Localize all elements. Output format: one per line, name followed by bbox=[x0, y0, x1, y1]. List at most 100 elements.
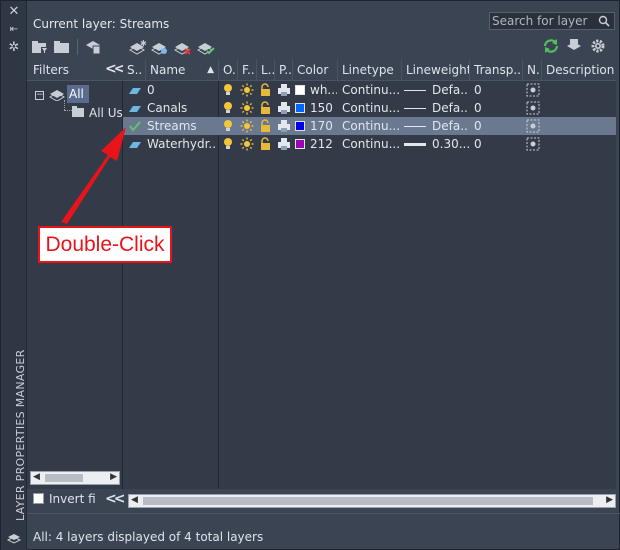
search-placeholder: Search for layer bbox=[492, 14, 588, 28]
filters-heading: Filters bbox=[33, 63, 69, 77]
layer-row[interactable]: Streams 170 Continu... Defa... 0 bbox=[123, 117, 616, 135]
scroll-right-icon[interactable]: ▶ bbox=[606, 495, 613, 505]
column-name[interactable]: Name ▲ bbox=[146, 59, 219, 81]
layer-name[interactable]: Streams bbox=[147, 117, 217, 135]
color-swatch bbox=[295, 85, 305, 95]
checkbox-box[interactable] bbox=[33, 493, 44, 504]
column-status[interactable]: S.. bbox=[123, 59, 146, 81]
filter-all-used-node[interactable]: All Us bbox=[89, 106, 123, 120]
scroll-left-icon[interactable]: ◀ bbox=[33, 472, 40, 482]
column-name-label: Name bbox=[150, 63, 186, 77]
collapse-filters-icon[interactable]: << bbox=[105, 61, 126, 77]
column-linetype[interactable]: Linetype bbox=[338, 59, 402, 81]
color-swatch bbox=[295, 121, 305, 131]
layer-stack-icon bbox=[6, 534, 22, 544]
grid-horizontal-scrollbar[interactable]: ◀ ▶ bbox=[128, 494, 616, 508]
color-value: 212 bbox=[310, 137, 333, 151]
layer-transparency[interactable]: 0 bbox=[474, 117, 514, 135]
new-property-filter-icon[interactable] bbox=[31, 39, 49, 55]
column-on[interactable]: O.. bbox=[219, 59, 238, 81]
layer-linetype[interactable]: Continu... bbox=[342, 81, 400, 99]
layer-name[interactable]: 0 bbox=[147, 81, 217, 99]
filter-all-icon bbox=[49, 90, 65, 101]
color-value: 150 bbox=[310, 101, 333, 115]
layer-name[interactable]: Canals bbox=[147, 99, 217, 117]
layer-linetype[interactable]: Continu... bbox=[342, 135, 400, 153]
column-description[interactable]: Description bbox=[542, 59, 616, 81]
title-strip: ✕ ⇤ ✲ LAYER PROPERTIES MANAGER bbox=[1, 1, 27, 550]
search-icon[interactable] bbox=[598, 15, 610, 27]
refresh-icon[interactable] bbox=[542, 38, 560, 54]
sort-ascending-icon: ▲ bbox=[207, 65, 214, 75]
search-input[interactable]: Search for layer bbox=[489, 12, 615, 30]
layer-row[interactable]: 0 wh... Continu... Defa... 0 bbox=[123, 81, 616, 99]
set-current-icon[interactable] bbox=[197, 39, 215, 55]
lineweight-value: Defa... bbox=[432, 119, 469, 133]
delete-layer-icon[interactable] bbox=[174, 39, 192, 55]
color-swatch bbox=[295, 103, 305, 113]
filter-all-node[interactable]: All bbox=[67, 85, 89, 103]
autohide-icon[interactable]: ⇤ bbox=[7, 23, 21, 37]
layer-color[interactable]: 212 bbox=[295, 135, 337, 153]
scroll-right-icon[interactable]: ▶ bbox=[110, 472, 117, 482]
layer-lineweight[interactable]: 0.30... bbox=[404, 135, 469, 153]
layer-states-manager-icon[interactable] bbox=[84, 39, 102, 55]
filter-tree-pane: − bbox=[27, 81, 123, 489]
invert-filter-label: Invert fi bbox=[49, 492, 96, 506]
lineweight-value: Defa... bbox=[432, 83, 469, 97]
column-new-vp-freeze[interactable]: N.. bbox=[523, 59, 542, 81]
column-freeze[interactable]: F.. bbox=[238, 59, 257, 81]
layer-unlocked-icon[interactable] bbox=[259, 137, 271, 155]
layer-transparency[interactable]: 0 bbox=[474, 99, 514, 117]
filters-header: Filters << bbox=[27, 59, 126, 81]
column-transparency[interactable]: Transp... bbox=[470, 59, 523, 81]
column-lock[interactable]: L.. bbox=[257, 59, 275, 81]
properties-gear-icon[interactable]: ✲ bbox=[7, 41, 21, 55]
layer-on-bulb-icon[interactable] bbox=[222, 137, 234, 155]
layer-row[interactable]: Canals 150 Continu... Defa... 0 bbox=[123, 99, 616, 117]
scroll-thumb[interactable] bbox=[45, 474, 83, 482]
color-value: 170 bbox=[310, 119, 333, 133]
new-layer-icon[interactable]: ✱ bbox=[129, 39, 147, 55]
filter-horizontal-scrollbar[interactable]: ◀ ▶ bbox=[30, 471, 120, 485]
layer-color[interactable]: wh... bbox=[295, 81, 337, 99]
invert-filter-checkbox[interactable]: Invert fi bbox=[33, 492, 96, 506]
layer-name[interactable]: Waterhydr... bbox=[147, 135, 217, 153]
status-text: All: 4 layers displayed of 4 total layer… bbox=[33, 530, 264, 544]
tree-collapse-icon[interactable]: − bbox=[35, 91, 44, 100]
layer-row[interactable]: Waterhydr... 212 Continu... 0.30... 0 bbox=[123, 135, 616, 153]
layer-linetype[interactable]: Continu... bbox=[342, 117, 400, 135]
new-vp-freeze-icon[interactable] bbox=[526, 137, 540, 155]
column-color[interactable]: Color bbox=[293, 59, 338, 81]
scroll-thumb[interactable] bbox=[143, 497, 593, 505]
layer-settings-icon[interactable] bbox=[566, 38, 584, 54]
svg-text:✱: ✱ bbox=[140, 39, 147, 48]
layer-color[interactable]: 170 bbox=[295, 117, 337, 135]
layer-transparency[interactable]: 0 bbox=[474, 135, 514, 153]
color-value: wh... bbox=[310, 83, 337, 97]
color-swatch bbox=[295, 139, 305, 149]
close-icon[interactable]: ✕ bbox=[7, 5, 21, 19]
collapse-filter-pane-icon[interactable]: << bbox=[105, 491, 126, 507]
layer-lineweight[interactable]: Defa... bbox=[404, 99, 469, 117]
layer-plot-printer-icon[interactable] bbox=[277, 137, 291, 155]
panel-vertical-title: LAYER PROPERTIES MANAGER bbox=[14, 349, 27, 521]
layer-status-icon bbox=[128, 137, 142, 155]
scroll-left-icon[interactable]: ◀ bbox=[131, 495, 138, 505]
layer-lineweight[interactable]: Defa... bbox=[404, 117, 469, 135]
layer-transparency[interactable]: 0 bbox=[474, 81, 514, 99]
layer-color[interactable]: 150 bbox=[295, 99, 337, 117]
layer-lineweight[interactable]: Defa... bbox=[404, 81, 469, 99]
settings-gear-icon[interactable] bbox=[589, 38, 607, 54]
column-lineweight[interactable]: Lineweight bbox=[402, 59, 470, 81]
layer-thawed-sun-icon[interactable] bbox=[240, 137, 254, 155]
layer-grid: S.. Name ▲ O.. F.. L.. P.. Color Linetyp… bbox=[123, 59, 616, 489]
layer-linetype[interactable]: Continu... bbox=[342, 99, 400, 117]
filter-used-icon bbox=[72, 106, 84, 117]
new-layer-vp-frozen-icon[interactable] bbox=[151, 39, 169, 55]
column-plot[interactable]: P.. bbox=[275, 59, 293, 81]
double-click-callout: Double-Click bbox=[38, 226, 172, 263]
lineweight-sample bbox=[404, 126, 426, 127]
new-group-filter-icon[interactable] bbox=[53, 39, 71, 55]
current-layer-label: Current layer: Streams bbox=[33, 17, 170, 31]
